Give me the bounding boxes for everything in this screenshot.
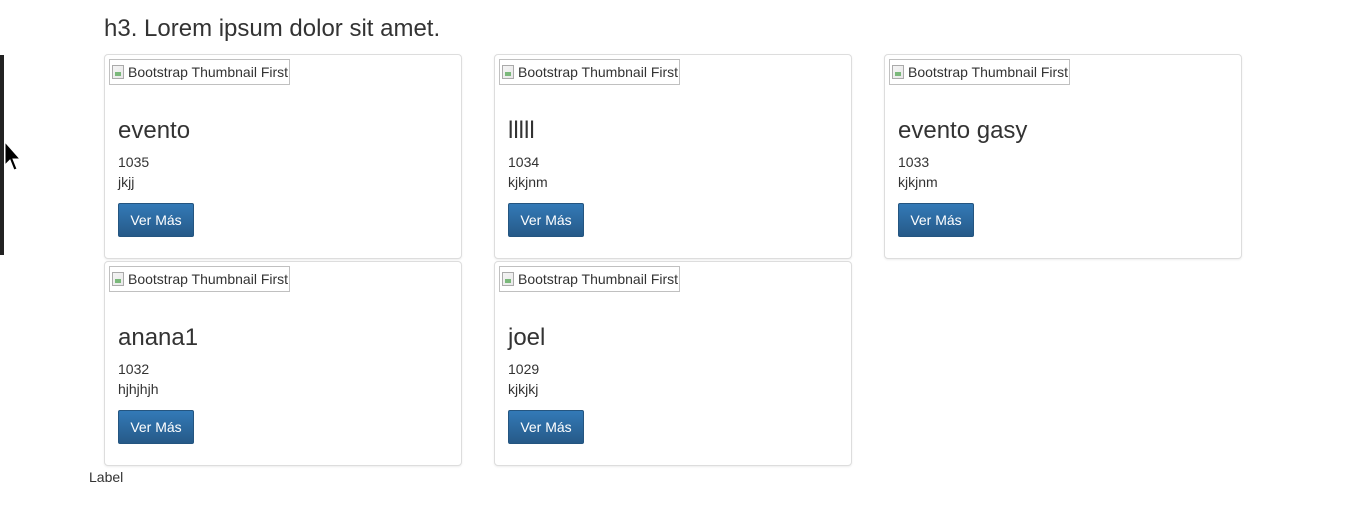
mouse-pointer-icon xyxy=(4,141,20,171)
ver-mas-button[interactable]: Ver Más xyxy=(118,203,194,237)
thumbnail-alt-text: Bootstrap Thumbnail First xyxy=(128,271,289,287)
thumbnail-image: Bootstrap Thumbnail First xyxy=(109,59,291,85)
card-description: kjkjnm xyxy=(508,174,548,190)
page-heading: h3. Lorem ipsum dolor sit amet. xyxy=(104,15,441,42)
thumbnail-image: Bootstrap Thumbnail First xyxy=(889,59,1071,85)
thumbnail-image: Bootstrap Thumbnail First xyxy=(499,59,681,85)
broken-image-icon xyxy=(892,65,904,79)
broken-image-icon xyxy=(502,272,514,286)
broken-image-icon xyxy=(502,65,514,79)
card-id: 1032 xyxy=(118,361,150,377)
card-id: 1033 xyxy=(898,154,930,170)
card-description: kjkjnm xyxy=(898,174,938,190)
ver-mas-button[interactable]: Ver Más xyxy=(508,410,584,444)
card-title: evento gasy xyxy=(898,117,1028,144)
event-card: Bootstrap Thumbnail First evento gasy 10… xyxy=(884,54,1242,259)
broken-image-icon xyxy=(112,272,124,286)
thumbnail-image: Bootstrap Thumbnail First xyxy=(499,266,681,292)
thumbnail-image: Bootstrap Thumbnail First xyxy=(109,266,291,292)
card-title: anana1 xyxy=(118,324,199,351)
card-id: 1035 xyxy=(118,154,150,170)
ver-mas-button[interactable]: Ver Más xyxy=(898,203,974,237)
event-card: Bootstrap Thumbnail First joel 1029 kjkj… xyxy=(494,261,852,466)
event-card: Bootstrap Thumbnail First anana1 1032 hj… xyxy=(104,261,462,466)
card-title: lllll xyxy=(508,117,535,144)
footer-label: Label xyxy=(89,469,124,485)
event-card: Bootstrap Thumbnail First evento 1035 jk… xyxy=(104,54,462,259)
card-description: kjkjkj xyxy=(508,381,539,397)
card-title: joel xyxy=(508,324,546,351)
card-description: hjhjhjh xyxy=(118,381,159,397)
event-card: Bootstrap Thumbnail First lllll 1034 kjk… xyxy=(494,54,852,259)
page: h3. Lorem ipsum dolor sit amet. Bootstra… xyxy=(0,0,1361,513)
card-id: 1029 xyxy=(508,361,540,377)
thumbnail-alt-text: Bootstrap Thumbnail First xyxy=(908,64,1069,80)
thumbnail-alt-text: Bootstrap Thumbnail First xyxy=(518,64,679,80)
card-description: jkjj xyxy=(118,174,135,190)
broken-image-icon xyxy=(112,65,124,79)
thumbnail-alt-text: Bootstrap Thumbnail First xyxy=(518,271,679,287)
card-title: evento xyxy=(118,117,191,144)
card-id: 1034 xyxy=(508,154,540,170)
ver-mas-button[interactable]: Ver Más xyxy=(508,203,584,237)
ver-mas-button[interactable]: Ver Más xyxy=(118,410,194,444)
thumbnail-alt-text: Bootstrap Thumbnail First xyxy=(128,64,289,80)
